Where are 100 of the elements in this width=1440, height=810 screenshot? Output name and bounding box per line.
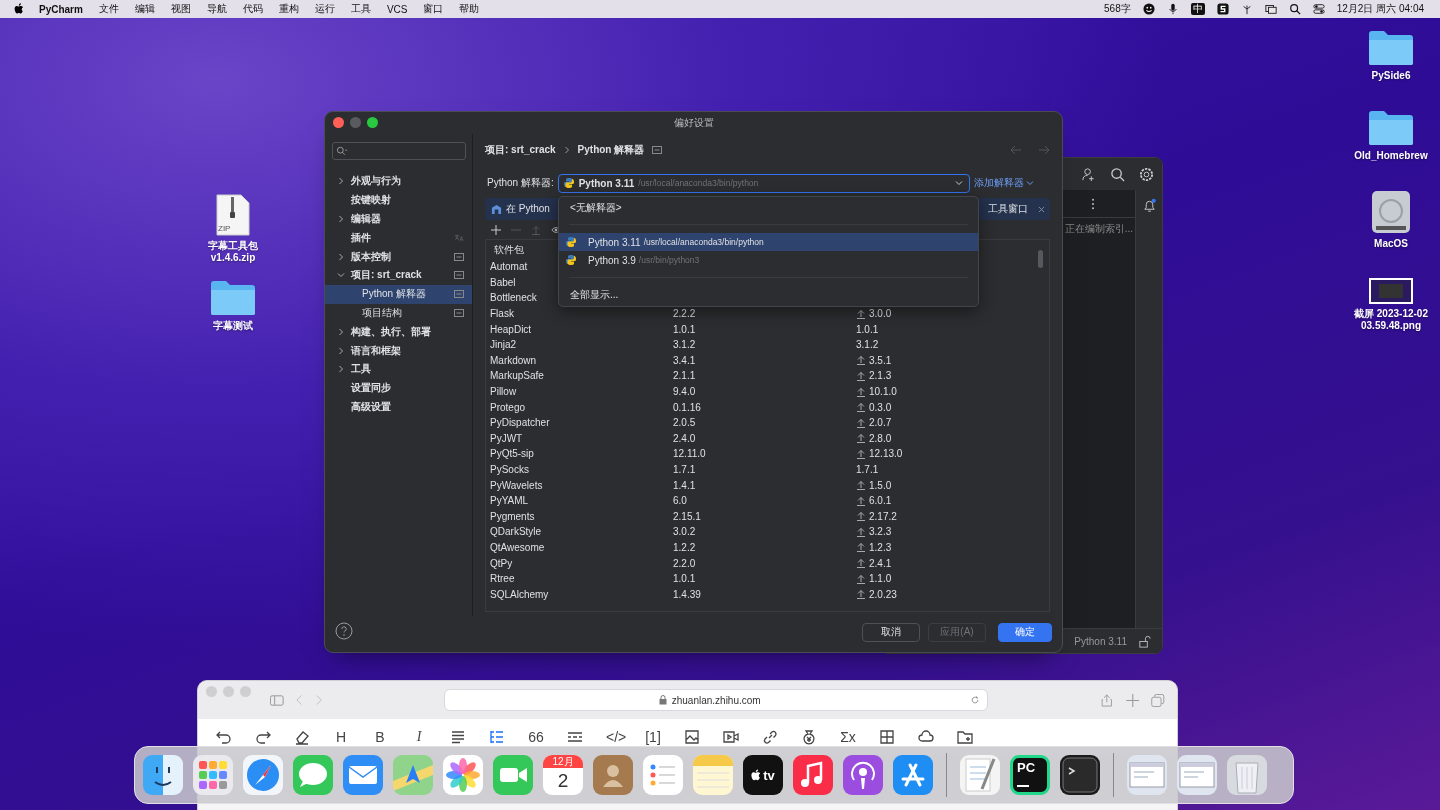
smiley-icon[interactable] <box>1142 3 1155 15</box>
search-icon[interactable] <box>1288 3 1301 15</box>
sidebar-item[interactable]: 高级设置 <box>325 397 472 417</box>
upgrade-arrow-icon[interactable] <box>856 402 866 413</box>
sidebar-item[interactable]: 按键映射 <box>325 190 472 210</box>
menu-item[interactable]: 窗口 <box>423 2 444 16</box>
upgrade-arrow-icon[interactable] <box>856 308 866 319</box>
upgrade-arrow-icon[interactable] <box>856 511 866 522</box>
chevron-icon[interactable] <box>337 346 345 355</box>
eraser-icon[interactable] <box>294 729 310 745</box>
format-button[interactable]: 66 <box>528 729 544 745</box>
bell-icon[interactable] <box>1141 198 1157 213</box>
sidebar-item[interactable]: 插件 <box>325 228 472 248</box>
image-icon[interactable] <box>684 729 700 745</box>
upgrade-arrow-icon[interactable] <box>856 558 866 569</box>
unlock-icon[interactable] <box>1137 633 1152 649</box>
zoom-button[interactable] <box>367 117 378 128</box>
sidebar-item[interactable]: 设置同步 <box>325 378 472 398</box>
upgrade-arrow-icon[interactable] <box>856 573 866 584</box>
menu-item[interactable]: 视图 <box>170 2 191 16</box>
upgrade-arrow-icon[interactable] <box>856 417 866 428</box>
breadcrumb-item[interactable]: Python 解释器 <box>577 143 645 157</box>
video-icon[interactable] <box>723 729 739 745</box>
help-button[interactable] <box>335 622 355 642</box>
format-button[interactable]: Σx <box>840 729 856 745</box>
podcast-icon[interactable] <box>843 755 883 795</box>
tv-icon[interactable]: tv <box>743 755 783 795</box>
list-icon[interactable] <box>489 729 505 745</box>
breadcrumb-item[interactable]: 项目: srt_crack <box>485 143 556 157</box>
sidebar-item[interactable]: 工具 <box>325 359 472 379</box>
interpreter-status[interactable]: Python 3.11 <box>1074 635 1127 647</box>
upgrade-arrow-icon[interactable] <box>856 526 866 537</box>
app-store-icon[interactable] <box>893 755 933 795</box>
upgrade-arrow-icon[interactable] <box>856 370 866 381</box>
menu-item[interactable]: 文件 <box>98 2 119 16</box>
table-icon[interactable] <box>879 729 895 745</box>
grid-icon[interactable] <box>193 755 233 795</box>
menu-item[interactable]: 代码 <box>242 2 263 16</box>
settings-icon[interactable] <box>1139 166 1154 182</box>
menu-item[interactable]: PyCharm <box>39 3 83 15</box>
menu-item[interactable]: VCS <box>386 3 408 15</box>
format-button[interactable]: [1] <box>645 729 661 745</box>
menu-item[interactable]: 重构 <box>278 2 299 16</box>
toggles-icon[interactable] <box>1312 3 1325 15</box>
terminal-icon[interactable] <box>1060 755 1100 795</box>
sidebar-item[interactable]: 语言和框架 <box>325 341 472 360</box>
apple-logo-icon[interactable] <box>14 3 25 15</box>
chevron-icon[interactable] <box>337 327 345 336</box>
undo-icon[interactable] <box>216 729 232 745</box>
folder-icon[interactable] <box>1368 30 1414 66</box>
input-method-indicator[interactable]: 中 <box>1190 3 1205 15</box>
menu-item[interactable]: <无解释器> <box>559 199 978 216</box>
sidebar-item[interactable]: 版本控制 <box>325 247 472 266</box>
column-header[interactable]: 软件包 <box>494 242 524 257</box>
more-icon[interactable] <box>1091 197 1095 210</box>
chevron-icon[interactable] <box>337 365 345 374</box>
format-button[interactable]: I <box>411 729 427 745</box>
zip-file-icon[interactable]: ZIP <box>216 194 250 236</box>
menu-item[interactable]: 编辑 <box>134 2 155 16</box>
search-field[interactable] <box>332 142 466 160</box>
folder-icon[interactable] <box>210 280 256 316</box>
eye-icon[interactable] <box>551 224 561 235</box>
microphone-icon[interactable] <box>1166 3 1179 15</box>
map-icon[interactable] <box>393 755 433 795</box>
chevron-icon[interactable] <box>337 252 345 261</box>
add-icon[interactable] <box>491 224 501 235</box>
clock[interactable]: 12月2日 周六 04:04 <box>1336 2 1424 16</box>
add-user-icon[interactable] <box>1081 166 1096 182</box>
menu-item[interactable]: 工具 <box>350 2 371 16</box>
folder-plus-icon[interactable] <box>957 729 973 745</box>
dialog-button[interactable]: 确定 <box>998 622 1052 642</box>
link-icon[interactable] <box>762 729 778 745</box>
cloud-icon[interactable] <box>918 729 934 745</box>
upgrade-arrow-icon[interactable] <box>856 480 866 491</box>
sidebar-item[interactable]: 构建、执行、部署 <box>325 322 472 342</box>
redo-icon[interactable] <box>255 729 271 745</box>
format-button[interactable]: B <box>372 729 388 745</box>
chevron-icon[interactable] <box>337 271 345 280</box>
close-icon[interactable] <box>1038 205 1045 213</box>
upgrade-arrow-icon[interactable] <box>856 542 866 553</box>
s-logo-icon[interactable] <box>1216 3 1229 15</box>
sidebar-item[interactable]: 项目结构 <box>325 303 472 323</box>
flower-icon[interactable] <box>443 755 483 795</box>
chevron-icon[interactable] <box>337 177 345 186</box>
document-pen-icon[interactable] <box>960 755 1000 795</box>
word-count[interactable]: 568字 <box>1104 2 1131 16</box>
upgrade-arrow-icon[interactable] <box>856 433 866 444</box>
chevron-icon[interactable] <box>337 215 345 223</box>
sidebar-item[interactable]: 编辑器 <box>325 209 472 229</box>
screenshot-thumbnail-icon[interactable] <box>1369 278 1413 304</box>
window-thumbnail-icon[interactable] <box>1177 755 1217 795</box>
menu-item[interactable]: 导航 <box>206 2 227 16</box>
upgrade-arrow-icon[interactable] <box>856 495 866 506</box>
dialog-button[interactable]: 取消 <box>862 622 920 642</box>
upgrade-arrow-icon[interactable] <box>856 448 866 459</box>
interpreter-dropdown[interactable]: Python 3.11 /usr/local/anaconda3/bin/python <box>557 173 970 193</box>
checklist-icon[interactable] <box>643 755 683 795</box>
divider-icon[interactable] <box>567 729 583 745</box>
address-bar[interactable]: zhuanlan.zhihu.com <box>444 689 989 711</box>
align-icon[interactable] <box>450 729 466 745</box>
